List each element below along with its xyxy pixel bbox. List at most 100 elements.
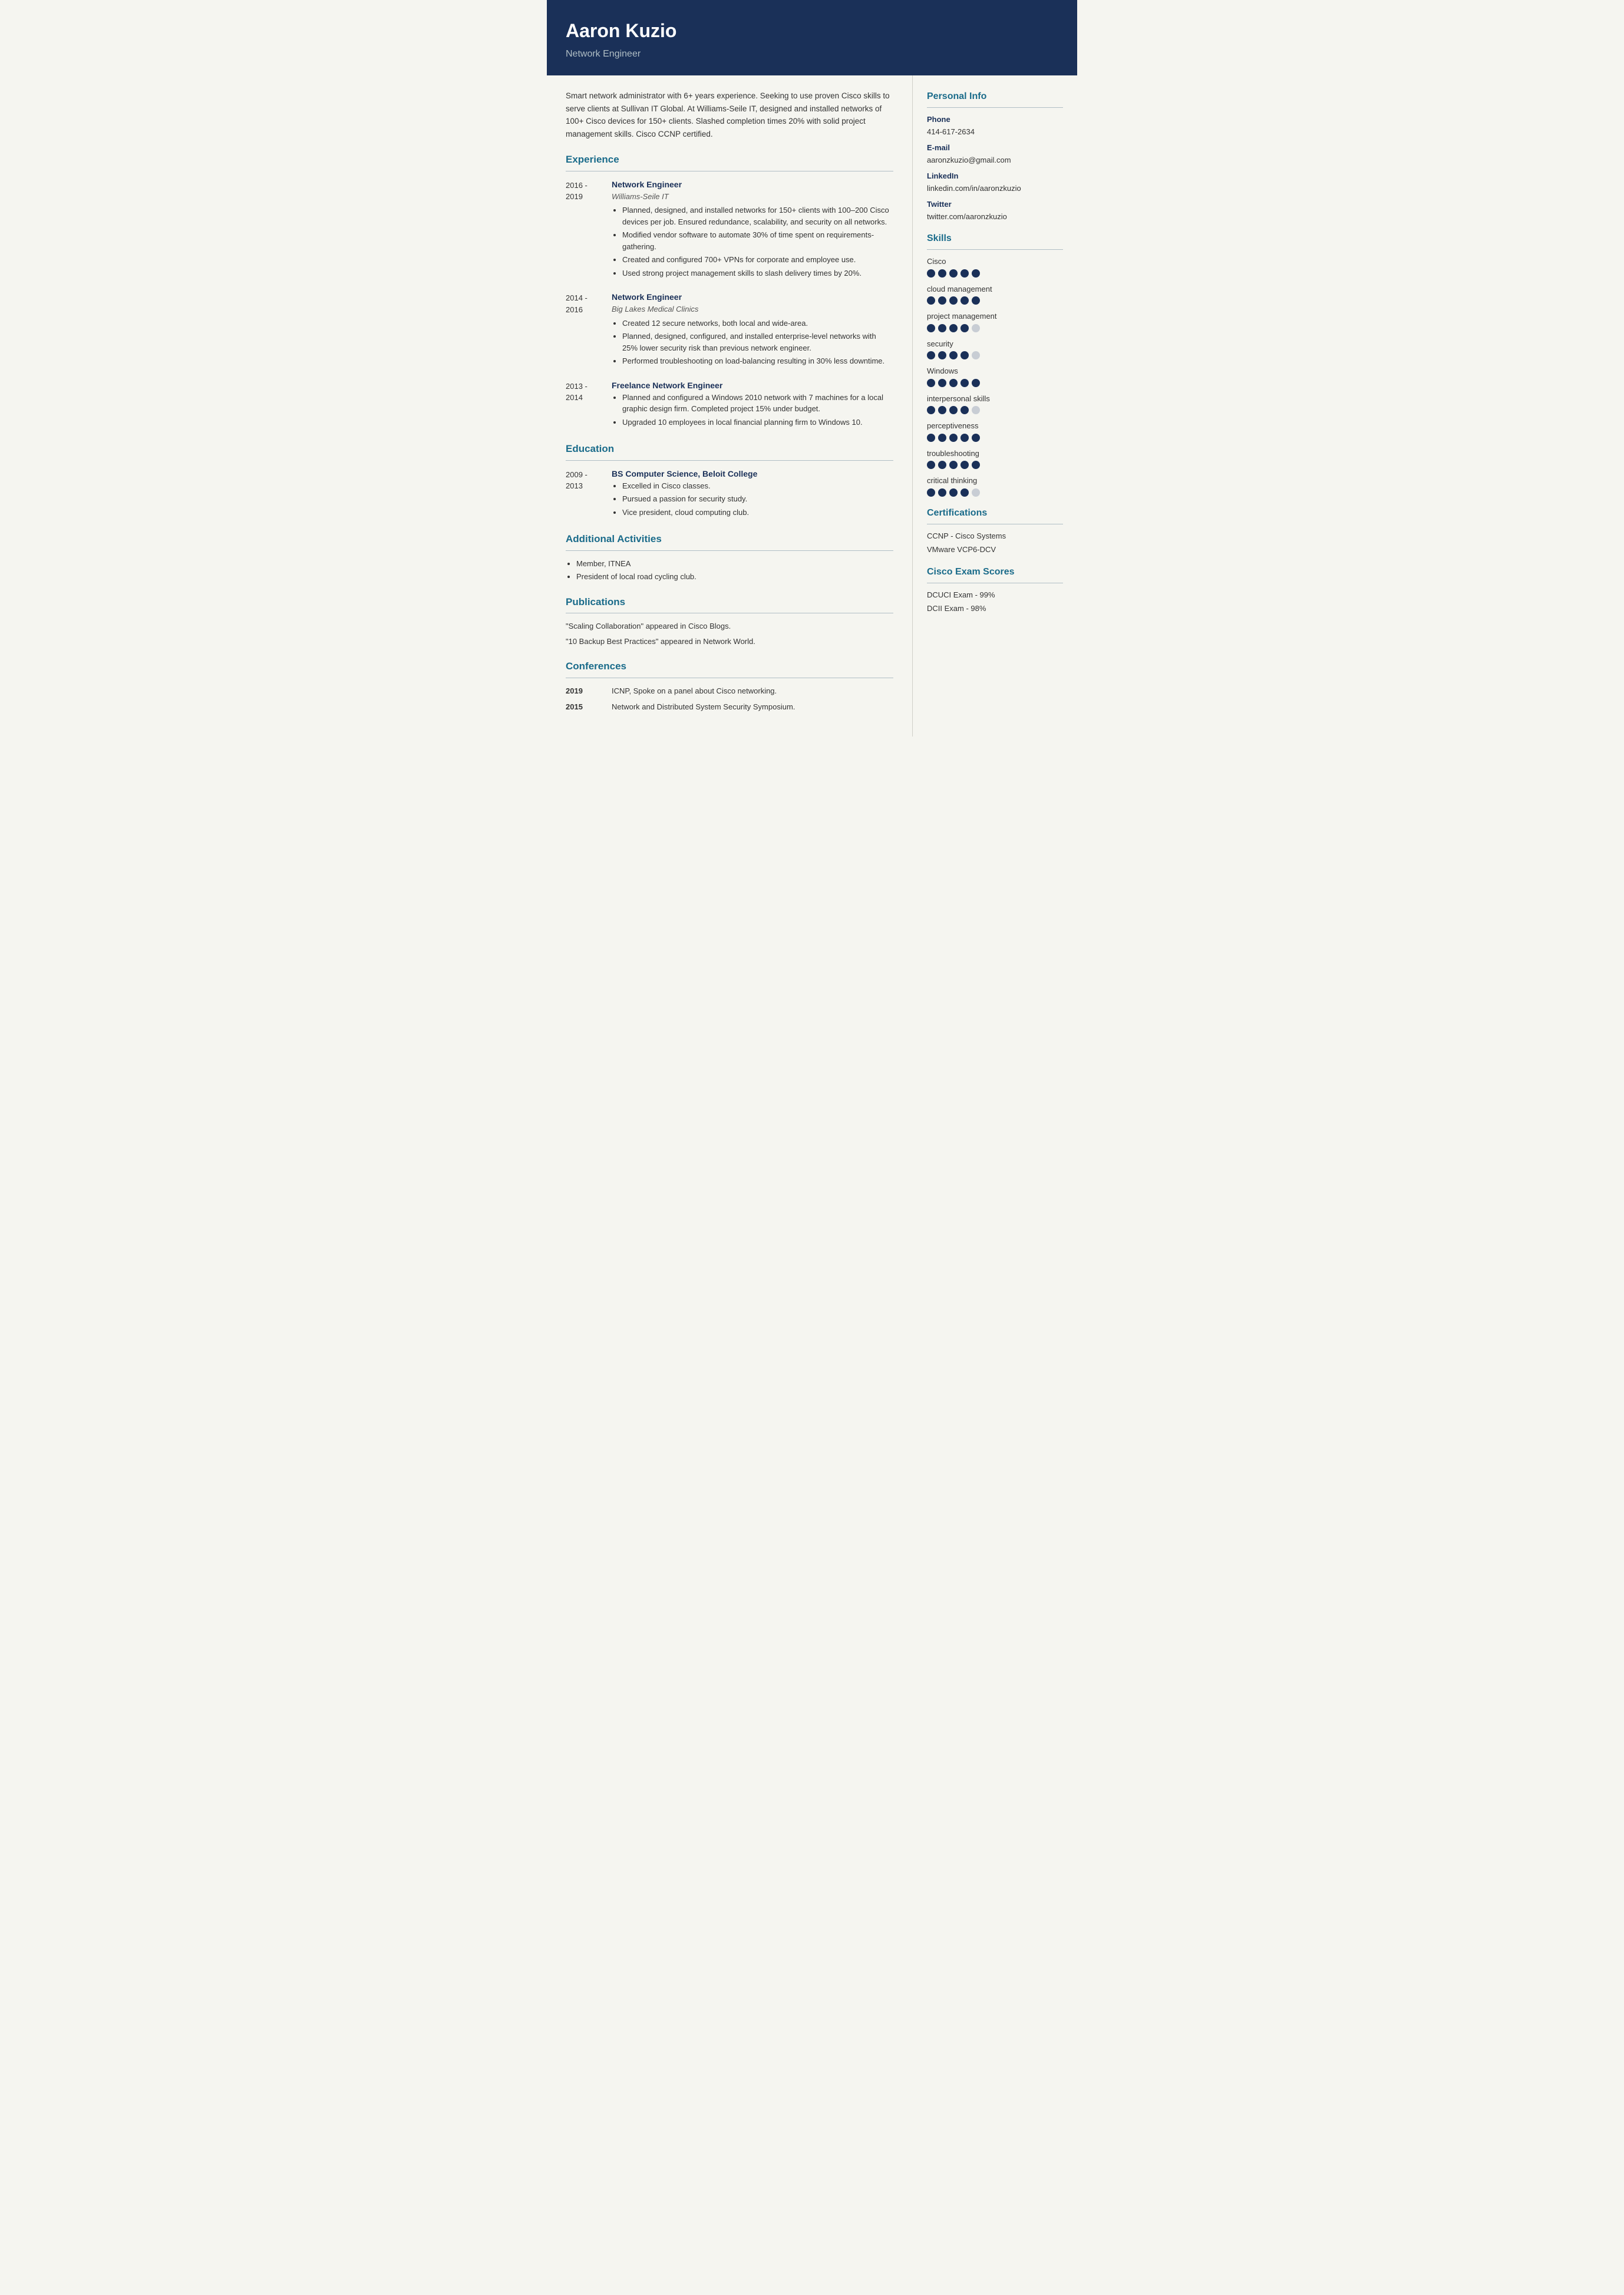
skill-dots [927, 351, 1063, 359]
list-item: Used strong project management skills to… [622, 268, 893, 279]
linkedin-value: linkedin.com/in/aaronzkuzio [927, 183, 1063, 194]
certifications-heading: Certifications [927, 506, 1063, 520]
skill-dot-filled [960, 379, 969, 387]
twitter-label: Twitter [927, 199, 1063, 210]
skill-dot-filled [949, 461, 958, 469]
email-value: aaronzkuzio@gmail.com [927, 154, 1063, 166]
entry-item: 2013 - 2014 Freelance Network EngineerPla… [566, 379, 893, 430]
experience-heading: Experience [566, 152, 893, 167]
skills-divider [927, 249, 1063, 250]
skill-name: Cisco [927, 256, 1063, 268]
skill-dot-filled [949, 488, 958, 497]
skill-dot-filled [949, 351, 958, 359]
skill-row: Windows [927, 365, 1063, 387]
list-item: Pursued a passion for security study. [622, 493, 893, 505]
skill-dot-filled [949, 296, 958, 305]
skill-row: cloud management [927, 283, 1063, 305]
education-section: Education 2009 - 2013BS Computer Science… [566, 441, 893, 520]
skill-dot-filled [938, 296, 946, 305]
skill-name: troubleshooting [927, 448, 1063, 460]
activities-section: Additional Activities Member, ITNEAPresi… [566, 531, 893, 583]
list-item: Planned, designed, configured, and insta… [622, 331, 893, 354]
list-item: Created and configured 700+ VPNs for cor… [622, 254, 893, 266]
skills-section: Skills Cisco cloud management project mana… [927, 232, 1063, 497]
activities-list: Member, ITNEAPresident of local road cyc… [566, 558, 893, 583]
personal-info-divider [927, 107, 1063, 108]
experience-section: Experience 2016 - 2019Network EngineerWi… [566, 152, 893, 430]
skill-dot-empty [972, 488, 980, 497]
skill-dot-filled [960, 351, 969, 359]
exam-item: DCUCI Exam - 99% [927, 589, 1063, 601]
linkedin-label: LinkedIn [927, 170, 1063, 182]
entry-title: Network Engineer [612, 291, 893, 303]
conference-item: 2015 Network and Distributed System Secur… [566, 701, 893, 713]
twitter-value: twitter.com/aaronzkuzio [927, 211, 1063, 223]
skill-name: perceptiveness [927, 420, 1063, 432]
skill-dot-filled [972, 379, 980, 387]
entry-title: Freelance Network Engineer [612, 379, 893, 392]
skill-dot-filled [949, 434, 958, 442]
entry-bullets: Planned and configured a Windows 2010 ne… [612, 392, 893, 428]
entry-content: Network EngineerWilliams-Seile ITPlanned… [612, 179, 893, 281]
skill-dot-filled [927, 351, 935, 359]
skill-dot-filled [938, 351, 946, 359]
entry-item: 2009 - 2013BS Computer Science, Beloit C… [566, 468, 893, 520]
skill-dot-filled [927, 296, 935, 305]
certifications-section: Certifications CCNP - Cisco SystemsVMwar… [927, 506, 1063, 556]
skill-dot-filled [938, 488, 946, 497]
skill-dot-empty [972, 351, 980, 359]
skill-dot-filled [938, 434, 946, 442]
list-item: Created 12 secure networks, both local a… [622, 318, 893, 329]
cisco-exam-section: Cisco Exam Scores DCUCI Exam - 99%DCII E… [927, 565, 1063, 615]
publication-item: "10 Backup Best Practices" appeared in N… [566, 636, 893, 648]
skill-dots [927, 461, 1063, 469]
skill-dot-filled [927, 379, 935, 387]
skills-heading: Skills [927, 232, 1063, 246]
certification-item: CCNP - Cisco Systems [927, 530, 1063, 542]
skill-dot-filled [972, 434, 980, 442]
conferences-section: Conferences 2019ICNP, Spoke on a panel a… [566, 659, 893, 713]
skill-dot-filled [927, 461, 935, 469]
skill-name: security [927, 338, 1063, 350]
skill-row: security [927, 338, 1063, 360]
skill-dots [927, 324, 1063, 332]
candidate-name: Aaron Kuzio [566, 16, 1058, 45]
entry-content: BS Computer Science, Beloit CollegeExcel… [612, 468, 893, 520]
skill-dot-filled [938, 324, 946, 332]
conference-text: ICNP, Spoke on a panel about Cisco netwo… [612, 685, 777, 697]
list-item: Excelled in Cisco classes. [622, 480, 893, 492]
skill-name: interpersonal skills [927, 393, 1063, 405]
skill-row: troubleshooting [927, 448, 1063, 470]
entry-bullets: Created 12 secure networks, both local a… [612, 318, 893, 367]
skill-dot-filled [927, 406, 935, 414]
entry-bullets: Excelled in Cisco classes.Pursued a pass… [612, 480, 893, 519]
skill-dot-filled [938, 379, 946, 387]
skill-dots [927, 296, 1063, 305]
candidate-title: Network Engineer [566, 47, 1058, 61]
personal-info-section: Personal Info Phone 414-617-2634 E-mail … [927, 90, 1063, 222]
certifications-list: CCNP - Cisco SystemsVMware VCP6-DCV [927, 530, 1063, 556]
skill-name: cloud management [927, 283, 1063, 295]
phone-label: Phone [927, 114, 1063, 126]
list-item: Modified vendor software to automate 30%… [622, 229, 893, 252]
skill-row: critical thinking [927, 475, 1063, 497]
main-column: Smart network administrator with 6+ year… [547, 75, 912, 737]
skill-dot-empty [972, 406, 980, 414]
skill-dot-filled [949, 269, 958, 278]
entry-dates: 2013 - 2014 [566, 379, 602, 430]
skill-row: project management [927, 311, 1063, 332]
skill-dot-filled [927, 488, 935, 497]
sidebar-column: Personal Info Phone 414-617-2634 E-mail … [912, 75, 1077, 737]
entry-title: Network Engineer [612, 179, 893, 191]
skills-list: Cisco cloud management project management s… [927, 256, 1063, 497]
skill-dot-filled [949, 324, 958, 332]
publications-heading: Publications [566, 595, 893, 610]
skill-row: interpersonal skills [927, 393, 1063, 415]
conference-text: Network and Distributed System Security … [612, 701, 795, 713]
list-item: Vice president, cloud computing club. [622, 507, 893, 519]
skill-dots [927, 488, 1063, 497]
conference-year: 2015 [566, 701, 602, 713]
skill-dots [927, 434, 1063, 442]
skill-dot-filled [927, 269, 935, 278]
conference-year: 2019 [566, 685, 602, 697]
